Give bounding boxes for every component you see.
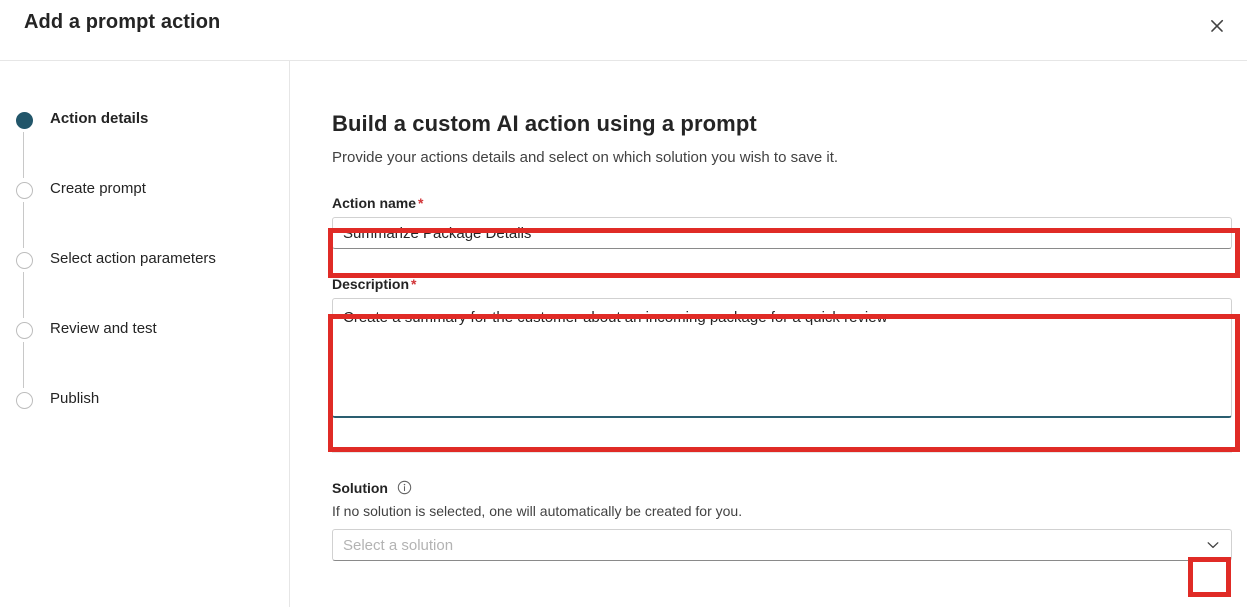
solution-field-group: Solution If no solution is selected, one… <box>332 453 1232 561</box>
step-marker <box>12 108 36 178</box>
description-label-text: Description <box>332 276 410 292</box>
required-asterisk: * <box>411 276 417 292</box>
step-connector-line <box>23 202 24 248</box>
description-field-group: Description * <box>332 249 1232 423</box>
description-textarea[interactable] <box>332 298 1232 418</box>
step-dot-empty-icon <box>15 391 33 409</box>
wizard-step-review-and-test[interactable]: Review and test <box>12 318 282 388</box>
step-dot-empty-icon <box>15 181 33 199</box>
wizard-rail: Action details Create prompt Select acti… <box>0 61 290 607</box>
wizard-step-list: Action details Create prompt Select acti… <box>12 108 282 412</box>
wizard-step-label: Create prompt <box>50 180 146 197</box>
main-panel: Build a custom AI action using a prompt … <box>291 61 1247 607</box>
required-asterisk: * <box>418 195 424 211</box>
wizard-step-label: Publish <box>50 390 100 407</box>
step-marker <box>12 388 36 412</box>
solution-dropdown-value: Select a solution <box>343 536 454 554</box>
info-icon[interactable] <box>397 480 412 495</box>
wizard-step-create-prompt[interactable]: Create prompt <box>12 178 282 248</box>
step-dot-empty-icon <box>15 321 33 339</box>
action-name-label: Action name * <box>332 195 1231 211</box>
step-dot-filled-icon <box>15 111 33 129</box>
action-name-field-group: Action name * <box>332 168 1232 249</box>
action-name-input[interactable] <box>332 217 1232 249</box>
dialog-title: Add a prompt action <box>24 11 221 33</box>
step-marker <box>12 178 36 248</box>
step-connector-line <box>23 272 24 318</box>
close-icon <box>1211 19 1224 32</box>
solution-helper-text: If no solution is selected, one will aut… <box>332 503 743 519</box>
dialog-header: Add a prompt action <box>0 0 1247 61</box>
chevron-down-icon[interactable] <box>1205 537 1221 553</box>
wizard-step-action-details[interactable]: Action details <box>12 108 282 178</box>
form-content: Build a custom AI action using a prompt … <box>332 61 1232 561</box>
close-button[interactable] <box>1199 8 1235 44</box>
step-dot-empty-icon <box>15 251 33 269</box>
solution-dropdown[interactable]: Select a solution <box>332 529 1232 561</box>
wizard-step-label: Action details <box>50 110 149 127</box>
description-label: Description * <box>332 276 1231 292</box>
solution-label-text: Solution <box>332 480 388 496</box>
solution-label: Solution <box>332 480 1231 496</box>
action-name-label-text: Action name <box>332 195 417 211</box>
page-title: Build a custom AI action using a prompt <box>332 111 757 136</box>
wizard-step-publish[interactable]: Publish <box>12 388 282 412</box>
step-marker <box>12 248 36 318</box>
wizard-step-select-action-parameters[interactable]: Select action parameters <box>12 248 282 318</box>
page-subtitle: Provide your actions details and select … <box>332 149 839 166</box>
wizard-step-label: Review and test <box>50 320 157 337</box>
step-marker <box>12 318 36 388</box>
wizard-step-label: Select action parameters <box>50 250 216 267</box>
step-connector-line <box>23 132 24 178</box>
step-connector-line <box>23 342 24 388</box>
